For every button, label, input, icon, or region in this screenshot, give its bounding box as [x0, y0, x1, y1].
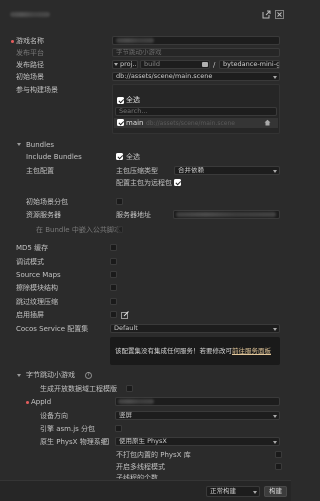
orientation-select[interactable]: 竖屏: [115, 411, 280, 420]
edit-icon[interactable]: [121, 311, 129, 319]
folder-icon[interactable]: [202, 62, 208, 67]
appid-redacted: [118, 399, 154, 404]
compress-type-select[interactable]: 合并依赖: [174, 166, 280, 175]
multi-thread-label: 开启多线程模式: [116, 463, 165, 471]
resource-server-label: 资源服务器: [26, 211, 61, 219]
multi-thread-checkbox[interactable]: [275, 463, 282, 470]
game-name-label: 游戏名称: [16, 37, 44, 45]
path-separator: /: [213, 61, 216, 69]
platform-title-redacted: [10, 12, 50, 17]
physx-select[interactable]: 使用原生 PhysX: [115, 437, 280, 446]
required-marker: [11, 40, 14, 43]
service-panel-link[interactable]: 前往服务面板: [232, 347, 271, 355]
server-address-label: 服务器地址: [116, 211, 151, 219]
as-remote-label: 配置主包为远程包: [116, 179, 172, 187]
source-maps-label: Source Maps: [16, 271, 61, 279]
chevron-down-icon: [273, 328, 277, 331]
build-mode-select[interactable]: 正常构建: [206, 486, 260, 497]
chevron-down-icon: [273, 415, 277, 418]
bundles-title: Bundles: [26, 141, 55, 149]
physx-no-pkg-label: 不打包内置的 PhysX 库: [116, 451, 191, 459]
service-notice-text: 该配置集没有集成任何服务！若要修改可前往服务面板: [115, 347, 271, 355]
bytedance-title: 字节跳动小游戏: [26, 371, 75, 379]
output-dir-input[interactable]: bytedance-mini-g: [219, 60, 280, 69]
server-address-redacted: [176, 212, 276, 217]
build-button[interactable]: 构建: [264, 486, 287, 497]
publish-path-label: 发布路径: [16, 61, 44, 69]
home-icon: [264, 119, 271, 126]
skip-texture-label: 跳过纹理压缩: [16, 298, 58, 306]
gen-template-checkbox[interactable]: [126, 385, 133, 392]
debug-mode-label: 调试模式: [16, 258, 44, 266]
required-marker: [26, 401, 29, 404]
build-scenes-label: 参与构建场景: [16, 86, 58, 94]
gen-template-label: 生成开放数据域工程模版: [40, 385, 117, 393]
chevron-down-icon: [253, 491, 257, 494]
chevron-down-icon: [273, 170, 277, 173]
compress-type-label: 主包压缩类型: [116, 167, 158, 175]
embed-script-label: 在 Bundle 中嵌入公共脚本: [36, 226, 121, 234]
include-bundles-label: Include Bundles: [26, 153, 82, 161]
sub-thread-label: 子线程的个数: [116, 474, 158, 479]
build-path-input[interactable]: build: [140, 60, 210, 69]
scene-main-checkbox[interactable]: [117, 119, 124, 126]
publish-platform-select[interactable]: 字节跳动小游戏: [112, 48, 280, 57]
replace-splash-label: 擦除模块结构: [16, 284, 58, 292]
scene-main-path: db://assets/scene/main.scene: [146, 120, 235, 127]
splash-checkbox[interactable]: [110, 311, 117, 318]
physx-no-pkg-checkbox[interactable]: [275, 451, 282, 458]
replace-splash-checkbox[interactable]: [110, 284, 117, 291]
chevron-down-icon: [273, 441, 277, 444]
start-scene-select[interactable]: db://assets/scene/main.scene: [112, 72, 280, 81]
external-link-icon[interactable]: [262, 10, 271, 19]
as-remote-checkbox[interactable]: [174, 179, 181, 186]
cocos-service-label: Cocos Service 配置集: [16, 325, 89, 333]
appid-label: AppId: [31, 398, 52, 406]
orientation-label: 设备方向: [40, 412, 68, 420]
scene-main-name: main: [126, 119, 144, 127]
cocos-service-select[interactable]: Default: [110, 324, 280, 333]
chevron-down-icon: [273, 76, 277, 79]
game-name-redacted: [116, 38, 154, 43]
select-all-scenes-label: 全选: [126, 96, 140, 104]
initial-scene-sub-checkbox[interactable]: [116, 198, 123, 205]
doc-icon[interactable]: [103, 438, 109, 445]
physx-label: 原生 PhysX 物理系统: [40, 438, 108, 446]
source-maps-checkbox[interactable]: [110, 271, 117, 278]
asmjs-label: 引擎 asm.js 分包: [40, 425, 96, 433]
scene-search-input[interactable]: Search...: [115, 107, 277, 116]
help-icon[interactable]: ?: [85, 372, 92, 379]
publish-platform-label: 发布平台: [16, 49, 44, 57]
close-icon[interactable]: [275, 10, 284, 19]
debug-mode-checkbox[interactable]: [110, 258, 117, 265]
start-scene-label: 初始场景: [16, 73, 44, 81]
skip-texture-checkbox[interactable]: [110, 298, 117, 305]
splash-label: 启用插屏: [16, 311, 44, 319]
include-bundles-select-all-checkbox[interactable]: [116, 153, 123, 160]
bundles-collapse-icon[interactable]: [17, 143, 21, 146]
select-all-scenes-checkbox[interactable]: [117, 97, 124, 104]
publish-platform-value: 字节跳动小游戏: [116, 48, 162, 56]
chevron-down-icon: [114, 63, 118, 66]
embed-script-checkbox[interactable]: [116, 226, 123, 233]
bytedance-collapse-icon[interactable]: [17, 374, 21, 377]
start-scene-value: db://assets/scene/main.scene: [116, 72, 213, 80]
main-config-label: 主包配置: [26, 167, 54, 175]
include-bundles-select-all-label: 全选: [126, 153, 140, 161]
asmjs-checkbox[interactable]: [115, 425, 122, 432]
md5-cache-label: MD5 缓存: [16, 244, 49, 252]
initial-scene-sub-label: 初始场景分包: [26, 198, 68, 206]
md5-cache-checkbox[interactable]: [110, 244, 117, 251]
